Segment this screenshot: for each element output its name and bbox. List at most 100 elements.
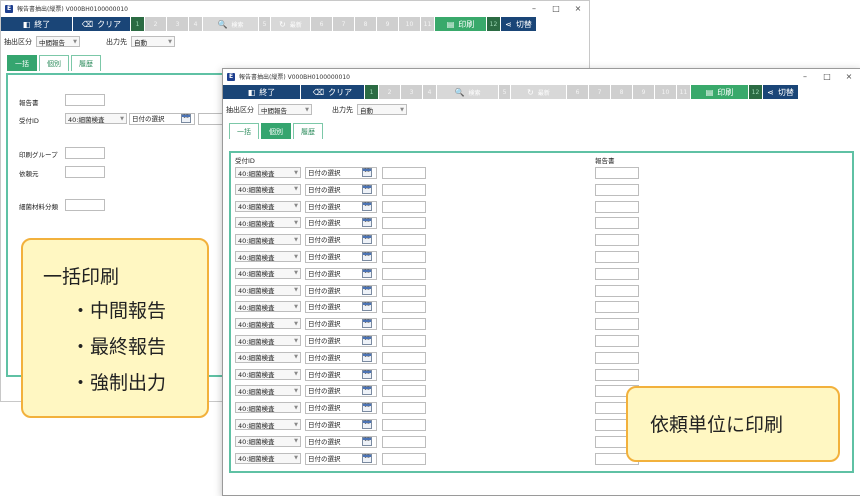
report-input[interactable] <box>65 94 105 106</box>
row-receipt-select[interactable]: 40:細菌検査 ▼ <box>235 267 301 279</box>
calendar-icon[interactable]: 15 <box>362 352 372 362</box>
calendar-icon[interactable]: 15 <box>181 114 191 123</box>
row-receipt-select[interactable]: 40:細菌検査 ▼ <box>235 318 301 330</box>
exit-button[interactable]: ◧ 終了 <box>1 17 73 31</box>
tab-history[interactable]: 履歴 <box>293 123 323 139</box>
refresh-button[interactable]: ↻ 最新 <box>511 85 567 99</box>
close-button[interactable]: × <box>838 72 860 81</box>
switch-button[interactable]: ⋖ 切替 <box>501 17 537 31</box>
row-receipt-select[interactable]: 40:細菌検査 ▼ <box>235 301 301 313</box>
row-receipt-select[interactable]: 40:細菌検査 ▼ <box>235 167 301 178</box>
minimize-button[interactable]: – <box>794 72 816 81</box>
calendar-icon[interactable]: 15 <box>362 369 372 379</box>
calendar-icon[interactable]: 15 <box>362 268 372 278</box>
row-receipt-id-input[interactable] <box>382 351 426 364</box>
close-button[interactable]: × <box>567 4 589 13</box>
row-report-input[interactable] <box>595 267 639 280</box>
calendar-icon[interactable]: 15 <box>362 436 372 446</box>
row-report-input[interactable] <box>595 318 639 331</box>
print-group-input[interactable] <box>65 147 105 159</box>
row-receipt-id-input[interactable] <box>382 251 426 263</box>
tab-history[interactable]: 履歴 <box>71 55 101 71</box>
receipt-select[interactable]: 40:細菌検査 ▼ <box>65 113 127 124</box>
row-receipt-select[interactable]: 40:細菌検査 ▼ <box>235 284 301 296</box>
search-button[interactable]: 🔍 検索 <box>437 85 499 99</box>
row-receipt-select[interactable]: 40:細菌検査 ▼ <box>235 234 301 246</box>
row-report-input[interactable] <box>595 167 639 179</box>
row-receipt-id-input[interactable] <box>382 234 426 247</box>
row-report-input[interactable] <box>595 335 639 347</box>
row-receipt-id-input[interactable] <box>382 217 426 230</box>
row-receipt-select[interactable]: 40:細菌検査 ▼ <box>235 251 301 262</box>
calendar-icon[interactable]: 15 <box>362 168 372 177</box>
row-receipt-select[interactable]: 40:細菌検査 ▼ <box>235 385 301 397</box>
calendar-icon[interactable]: 15 <box>362 336 372 345</box>
row-receipt-select[interactable]: 40:細菌検査 ▼ <box>235 402 301 414</box>
search-button[interactable]: 🔍 検索 <box>203 17 259 31</box>
print-button[interactable]: ▤ 印刷 <box>435 17 487 31</box>
tab-bulk[interactable]: 一括 <box>7 55 37 71</box>
row-receipt-id-input[interactable] <box>382 385 426 398</box>
maximize-button[interactable]: □ <box>816 72 838 81</box>
print-button[interactable]: ▤ 印刷 <box>691 85 749 99</box>
minimize-button[interactable]: – <box>523 4 545 13</box>
calendar-icon[interactable]: 15 <box>362 201 372 211</box>
row-receipt-id-input[interactable] <box>382 402 426 415</box>
row-receipt-id-input[interactable] <box>382 200 426 213</box>
calendar-icon[interactable]: 15 <box>362 319 372 329</box>
calendar-icon[interactable]: 15 <box>362 184 372 194</box>
row-receipt-select[interactable]: 40:細菌検査 ▼ <box>235 200 301 212</box>
requester-input[interactable] <box>65 166 105 178</box>
row-report-input[interactable] <box>595 251 639 263</box>
row-receipt-select[interactable]: 40:細菌検査 ▼ <box>235 452 301 464</box>
row-receipt-id-input[interactable] <box>382 183 426 196</box>
output-select[interactable]: 自動 ▼ <box>357 104 407 115</box>
row-receipt-select[interactable]: 40:細菌検査 ▼ <box>235 183 301 195</box>
calendar-icon[interactable]: 15 <box>362 420 372 429</box>
calendar-icon[interactable]: 15 <box>362 218 372 228</box>
calendar-icon[interactable]: 15 <box>362 453 372 463</box>
tab-individual[interactable]: 個別 <box>261 123 291 139</box>
row-receipt-id-input[interactable] <box>382 301 426 314</box>
row-report-input[interactable] <box>595 234 639 247</box>
row-report-input[interactable] <box>595 301 639 314</box>
output-select[interactable]: 自動 ▼ <box>131 36 175 47</box>
row-report-input[interactable] <box>595 284 639 297</box>
calendar-icon[interactable]: 15 <box>362 252 372 261</box>
row-receipt-select[interactable]: 40:細菌検査 ▼ <box>235 435 301 447</box>
calendar-icon[interactable]: 15 <box>362 302 372 312</box>
switch-button[interactable]: ⋖ 切替 <box>763 85 799 99</box>
row-receipt-id-input[interactable] <box>382 435 426 448</box>
tab-individual[interactable]: 個別 <box>39 55 69 71</box>
row-receipt-id-input[interactable] <box>382 419 426 431</box>
row-receipt-id-input[interactable] <box>382 335 426 347</box>
row-receipt-id-input[interactable] <box>382 368 426 381</box>
row-receipt-id-input[interactable] <box>382 267 426 280</box>
row-report-input[interactable] <box>595 217 639 230</box>
row-receipt-id-input[interactable] <box>382 318 426 331</box>
refresh-button[interactable]: ↻ 最新 <box>271 17 311 31</box>
row-report-input[interactable] <box>595 368 639 381</box>
calendar-icon[interactable]: 15 <box>362 285 372 295</box>
exit-button[interactable]: ◧ 終了 <box>223 85 301 99</box>
row-report-input[interactable] <box>595 351 639 364</box>
extract-select[interactable]: 中間報告 ▼ <box>36 36 80 47</box>
row-receipt-select[interactable]: 40:細菌検査 ▼ <box>235 351 301 363</box>
calendar-icon[interactable]: 15 <box>362 386 372 396</box>
row-report-input[interactable] <box>595 200 639 213</box>
row-receipt-select[interactable]: 40:細菌検査 ▼ <box>235 368 301 380</box>
row-receipt-id-input[interactable] <box>382 284 426 297</box>
bacteria-material-input[interactable] <box>65 199 105 211</box>
row-receipt-id-input[interactable] <box>382 167 426 179</box>
calendar-icon[interactable]: 15 <box>362 235 372 245</box>
row-receipt-id-input[interactable] <box>382 452 426 465</box>
calendar-icon[interactable]: 15 <box>362 403 372 413</box>
tab-bulk[interactable]: 一括 <box>229 123 259 139</box>
clear-button[interactable]: ⌫ クリア <box>73 17 131 31</box>
row-report-input[interactable] <box>595 183 639 196</box>
row-receipt-select[interactable]: 40:細菌検査 ▼ <box>235 217 301 229</box>
maximize-button[interactable]: □ <box>545 4 567 13</box>
row-receipt-select[interactable]: 40:細菌検査 ▼ <box>235 419 301 430</box>
row-receipt-select[interactable]: 40:細菌検査 ▼ <box>235 335 301 346</box>
extract-select[interactable]: 中間報告 ▼ <box>258 104 312 115</box>
